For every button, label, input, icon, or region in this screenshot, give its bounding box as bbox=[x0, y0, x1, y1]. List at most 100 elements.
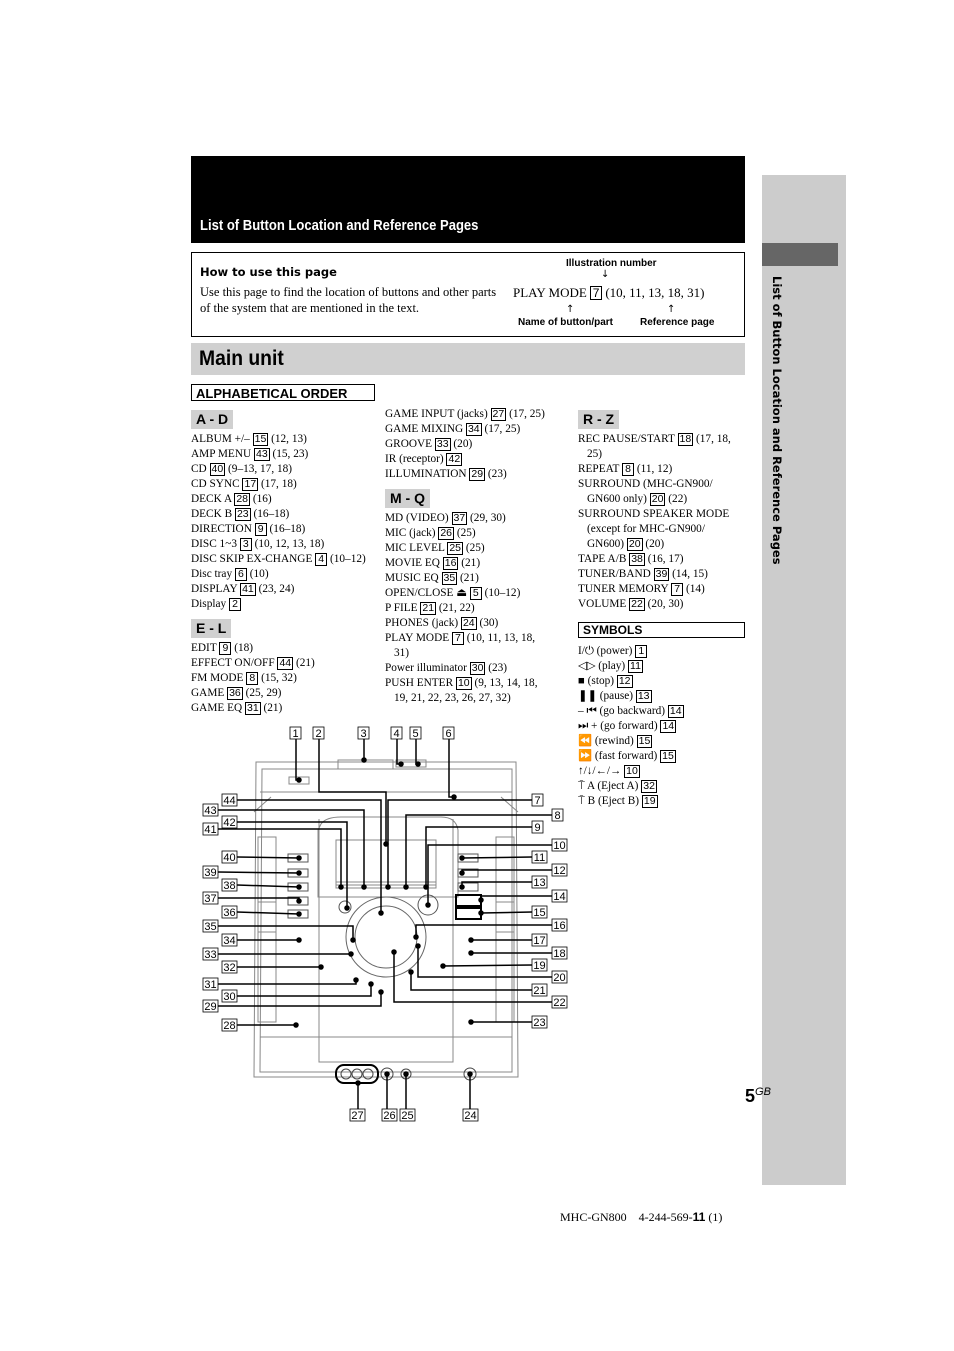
item-name: ALBUM +/– bbox=[191, 433, 250, 445]
item-pages: (11, 12) bbox=[636, 463, 673, 475]
item-number: 40 bbox=[209, 463, 226, 476]
callout-number: 12 bbox=[553, 865, 565, 877]
list-item: Disc tray 6 (10) bbox=[191, 567, 366, 582]
callout-number: 2 bbox=[315, 728, 321, 740]
how-to-title: How to use this page bbox=[200, 265, 337, 279]
callout-number: 21 bbox=[533, 985, 545, 997]
item-name: PLAY MODE bbox=[385, 632, 450, 644]
item-name: P FILE bbox=[385, 602, 418, 614]
symbol-item: ❚❚ (pause) 13 bbox=[578, 689, 684, 704]
footer-model: MHC-GN800 bbox=[560, 1210, 627, 1224]
callout-number: 19 bbox=[533, 960, 545, 972]
symbol-number: 13 bbox=[635, 690, 652, 703]
item-number: 28 bbox=[234, 493, 251, 506]
item-pages: (23, 24) bbox=[258, 583, 295, 595]
footer: MHC-GN800 4-244-569-11 (1) bbox=[560, 1210, 722, 1225]
leader-line bbox=[218, 980, 357, 985]
arrow-up-icon: ↑ bbox=[566, 304, 575, 315]
list-item: DISC 1~3 3 (10, 12, 13, 18) bbox=[191, 537, 366, 552]
callout-19: 19 bbox=[531, 958, 548, 972]
callout-22: 22 bbox=[551, 995, 568, 1009]
callout-2: 2 bbox=[312, 726, 325, 740]
item-pages: (9, 13, 14, 18, bbox=[474, 677, 538, 689]
symbol-glyph-icon: I/⏻ bbox=[578, 645, 594, 657]
item-pages: (16, 17) bbox=[647, 553, 684, 565]
item-number: 17 bbox=[242, 478, 259, 491]
callout-number: 24 bbox=[464, 1110, 476, 1122]
symbol-glyph-icon: ⍑ bbox=[578, 795, 585, 807]
list-item: TUNER/BAND 39 (14, 15) bbox=[578, 567, 731, 582]
symbol-glyph-icon: ◁▷ bbox=[578, 660, 596, 672]
list-item: MUSIC EQ 35 (21) bbox=[385, 571, 538, 586]
list-r-z: REC PAUSE/START 18 (17, 18, 25) REPEAT 8 (… bbox=[578, 432, 731, 612]
symbol-item: ■ (stop) 12 bbox=[578, 674, 684, 689]
item-name-cont: GN600 only) bbox=[587, 493, 647, 505]
leader-line bbox=[218, 992, 382, 1007]
callout-number: 13 bbox=[533, 877, 545, 889]
list-item: PLAY MODE 7 (10, 11, 13, 18, bbox=[385, 631, 538, 646]
callout-25: 25 bbox=[399, 1108, 416, 1122]
symbol-name: + (go forward) bbox=[591, 720, 658, 732]
symbol-number: 14 bbox=[667, 705, 684, 718]
callout-number: 38 bbox=[223, 880, 235, 892]
callout-number: 11 bbox=[534, 852, 545, 864]
item-number: 23 bbox=[234, 508, 251, 521]
page-number: 5GB bbox=[745, 1086, 771, 1107]
list-item-continued: 31) bbox=[394, 647, 410, 659]
list-item: CD SYNC 17 (17, 18) bbox=[191, 477, 366, 492]
item-number: 34 bbox=[465, 423, 482, 436]
symbol-glyph-icon: – ⏮ bbox=[578, 705, 597, 717]
item-name: Display bbox=[191, 598, 227, 610]
callout-number: 10 bbox=[553, 840, 565, 852]
item-name: MD (VIDEO) bbox=[385, 512, 449, 524]
item-pages: (14) bbox=[685, 583, 705, 595]
item-name: SURROUND (MHC-GN900/ bbox=[578, 478, 713, 490]
arrow-up-icon: ↑ bbox=[667, 304, 676, 315]
leader-line bbox=[237, 821, 348, 908]
callout-number: 18 bbox=[553, 948, 565, 960]
list-item: Display 2 bbox=[191, 597, 366, 612]
callout-29: 29 bbox=[202, 999, 219, 1013]
leader-line bbox=[236, 911, 300, 915]
item-pages: (10) bbox=[249, 568, 269, 580]
item-name: MIC (jack) bbox=[385, 527, 436, 539]
leader-dot bbox=[459, 870, 465, 876]
callout-17: 17 bbox=[531, 933, 548, 947]
callout-43: 43 bbox=[202, 803, 219, 817]
item-number: 9 bbox=[219, 642, 232, 655]
list-item: MIC (jack) 26 (25) bbox=[385, 526, 538, 541]
group-label: E - L bbox=[191, 619, 232, 638]
item-pages: (16) bbox=[252, 493, 272, 505]
item-name: SURROUND SPEAKER MODE bbox=[578, 508, 730, 520]
item-pages: (25, 29) bbox=[245, 687, 282, 699]
symbol-number: 1 bbox=[635, 645, 648, 658]
item-name: DECK A bbox=[191, 493, 232, 505]
leader-dot bbox=[338, 884, 344, 890]
callout-26: 26 bbox=[381, 1108, 398, 1122]
item-number: 42 bbox=[446, 453, 463, 466]
callout-30: 30 bbox=[221, 989, 238, 1003]
list-item: MIC LEVEL 25 (25) bbox=[385, 541, 538, 556]
list-item: DIRECTION 9 (16–18) bbox=[191, 522, 366, 537]
page-number-suffix: GB bbox=[755, 1086, 771, 1098]
item-name: DISC SKIP EX-CHANGE bbox=[191, 553, 313, 565]
callout-34: 34 bbox=[221, 933, 238, 947]
list-item: TUNER MEMORY 7 (14) bbox=[578, 582, 731, 597]
item-number: 26 bbox=[438, 527, 455, 540]
callout-number: 25 bbox=[401, 1110, 413, 1122]
symbols-heading: SYMBOLS bbox=[578, 622, 745, 638]
list-item: MOVIE EQ 16 (21) bbox=[385, 556, 538, 571]
item-name: DECK B bbox=[191, 508, 233, 520]
callout-18: 18 bbox=[551, 946, 568, 960]
item-number: 29 bbox=[469, 468, 486, 481]
item-name: EFFECT ON/OFF bbox=[191, 657, 275, 669]
list-item: SURROUND SPEAKER MODE bbox=[578, 507, 731, 522]
callout-number: 37 bbox=[204, 893, 216, 905]
callout-16: 16 bbox=[551, 918, 568, 932]
list-item-continued: 19, 21, 22, 23, 26, 27, 32) bbox=[394, 692, 511, 704]
item-name: TUNER MEMORY bbox=[578, 583, 669, 595]
leader-dot bbox=[353, 977, 359, 983]
item-number: 43 bbox=[253, 448, 270, 461]
item-number: 18 bbox=[677, 433, 694, 446]
item-pages: (12, 13) bbox=[271, 433, 307, 445]
